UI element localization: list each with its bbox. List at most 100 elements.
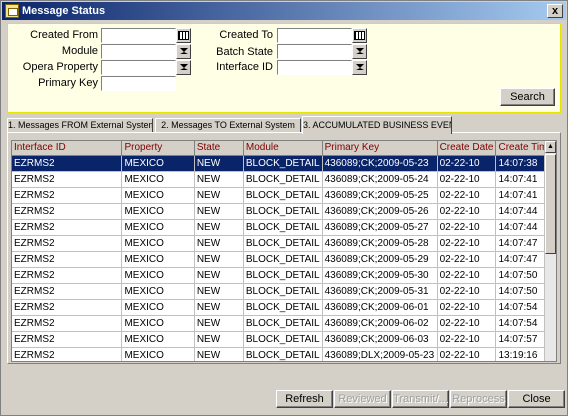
table-cell: MEXICO xyxy=(121,171,195,188)
table-cell: EZRMS2 xyxy=(12,267,123,284)
tab-messages-from-external[interactable]: 1. Messages FROM External System xyxy=(7,118,153,133)
table-cell: EZRMS2 xyxy=(12,315,123,332)
chevron-down-icon xyxy=(355,48,364,54)
table-cell: NEW xyxy=(194,187,244,204)
column-header[interactable]: Module xyxy=(243,141,323,156)
reprocess-button[interactable]: Reprocess xyxy=(450,390,507,408)
table-cell: EZRMS2 xyxy=(12,203,123,220)
table-row[interactable]: EZRMS2 MEXICO NEW BLOCK_DETAIL 436089;CK;200… xyxy=(12,251,556,268)
column-header[interactable]: State xyxy=(194,141,244,156)
table-cell: BLOCK_DETAIL xyxy=(243,283,323,300)
opera-property-input[interactable] xyxy=(101,60,176,75)
table-cell: MEXICO xyxy=(121,219,195,236)
created-from-input[interactable] xyxy=(101,28,176,43)
events-grid: Interface ID Property State Module Primary K… xyxy=(11,140,557,362)
tab-messages-to-external[interactable]: 2. Messages TO External System xyxy=(155,118,301,133)
table-cell: MEXICO xyxy=(121,331,195,348)
chevron-down-icon xyxy=(355,64,364,70)
batch-state-dropdown-button[interactable] xyxy=(352,44,367,59)
vertical-scrollbar[interactable]: ▲ xyxy=(544,141,556,361)
transmit-button[interactable]: Transmit/... xyxy=(392,390,449,408)
table-cell: 02-22-10 xyxy=(437,235,497,252)
table-row[interactable]: EZRMS2 MEXICO NEW BLOCK_DETAIL 436089;CK;200… xyxy=(12,267,556,284)
table-cell: EZRMS2 xyxy=(12,235,123,252)
search-button[interactable]: Search xyxy=(500,88,555,106)
table-row[interactable]: EZRMS2 MEXICO NEW BLOCK_DETAIL 436089;CK;200… xyxy=(12,171,556,188)
table-cell: BLOCK_DETAIL xyxy=(243,219,323,236)
interface-id-input[interactable] xyxy=(277,60,352,75)
created-to-label: Created To xyxy=(219,29,273,41)
table-cell: 436089;CK;2009-05-30 xyxy=(322,267,438,284)
envelope-icon xyxy=(5,4,19,18)
table-cell: 02-22-10 xyxy=(437,347,497,361)
table-cell: 02-22-10 xyxy=(437,251,497,268)
column-header[interactable]: Interface ID xyxy=(12,141,123,156)
table-cell: MEXICO xyxy=(121,283,195,300)
message-status-window: Message Status x Created From Module Ope… xyxy=(0,0,568,416)
table-row[interactable]: EZRMS2 MEXICO NEW BLOCK_DETAIL 436089;CK;200… xyxy=(12,219,556,236)
close-window-button[interactable]: x xyxy=(547,4,563,18)
table-row[interactable]: EZRMS2 MEXICO NEW BLOCK_DETAIL 436089;CK;200… xyxy=(12,235,556,252)
table-cell: BLOCK_DETAIL xyxy=(243,235,323,252)
table-row[interactable]: EZRMS2 MEXICO NEW BLOCK_DETAIL 436089;CK;200… xyxy=(12,203,556,220)
table-row[interactable]: EZRMS2 MEXICO NEW BLOCK_DETAIL 436089;CK;200… xyxy=(12,331,556,348)
refresh-button[interactable]: Refresh xyxy=(276,390,333,408)
table-cell: 436089;CK;2009-05-28 xyxy=(322,235,438,252)
table-cell: BLOCK_DETAIL xyxy=(243,347,323,361)
created-to-calendar-button[interactable] xyxy=(352,28,367,43)
window-title: Message Status xyxy=(22,5,106,17)
column-header[interactable]: Property xyxy=(121,141,195,156)
table-row[interactable]: EZRMS2 MEXICO NEW BLOCK_DETAIL 436089;CK;200… xyxy=(12,315,556,332)
interface-id-label: Interface ID xyxy=(216,61,273,73)
opera-property-label: Opera Property xyxy=(22,61,98,73)
tab-panel: Interface ID Property State Module Primary K… xyxy=(7,132,561,364)
table-cell: EZRMS2 xyxy=(12,331,123,348)
batch-state-input[interactable] xyxy=(277,44,352,59)
table-cell: 02-22-10 xyxy=(437,171,497,188)
table-cell: EZRMS2 xyxy=(12,283,123,300)
tab-strip: 1. Messages FROM External System 2. Mess… xyxy=(7,116,561,134)
table-cell: BLOCK_DETAIL xyxy=(243,187,323,204)
primary-key-input[interactable] xyxy=(101,76,176,91)
module-label: Module xyxy=(61,45,98,57)
table-cell: EZRMS2 xyxy=(12,171,123,188)
table-cell: 436089;CK;2009-06-02 xyxy=(322,315,438,332)
reviewed-button[interactable]: Reviewed xyxy=(334,390,391,408)
table-cell: BLOCK_DETAIL xyxy=(243,203,323,220)
table-cell: EZRMS2 xyxy=(12,347,123,361)
table-cell: NEW xyxy=(194,155,244,172)
scroll-thumb[interactable] xyxy=(545,154,556,254)
table-cell: 02-22-10 xyxy=(437,283,497,300)
tab-accumulated-business-events[interactable]: 3. ACCUMULATED BUSINESS EVENTS xyxy=(302,116,452,134)
table-row[interactable]: EZRMS2 MEXICO NEW BLOCK_DETAIL 436089;DLX;20… xyxy=(12,347,556,361)
table-cell: 436089;CK;2009-05-31 xyxy=(322,283,438,300)
table-cell: EZRMS2 xyxy=(12,155,123,172)
table-cell: 436089;DLX;2009-05-23 xyxy=(322,347,438,361)
created-to-input[interactable] xyxy=(277,28,352,43)
interface-id-dropdown-button[interactable] xyxy=(352,60,367,75)
scroll-up-icon[interactable]: ▲ xyxy=(545,141,556,153)
table-cell: NEW xyxy=(194,267,244,284)
filter-panel: Created From Module Opera Property Prima… xyxy=(7,23,561,113)
table-cell: MEXICO xyxy=(121,235,195,252)
table-cell: 436089;CK;2009-05-24 xyxy=(322,171,438,188)
table-cell: EZRMS2 xyxy=(12,187,123,204)
table-cell: BLOCK_DETAIL xyxy=(243,331,323,348)
table-row[interactable]: EZRMS2 MEXICO NEW BLOCK_DETAIL 436089;CK;200… xyxy=(12,299,556,316)
table-row[interactable]: EZRMS2 MEXICO NEW BLOCK_DETAIL 436089;CK;200… xyxy=(12,155,556,172)
close-button[interactable]: Close xyxy=(508,390,565,408)
table-cell: NEW xyxy=(194,251,244,268)
table-cell: 436089;CK;2009-05-25 xyxy=(322,187,438,204)
table-cell: 02-22-10 xyxy=(437,331,497,348)
table-row[interactable]: EZRMS2 MEXICO NEW BLOCK_DETAIL 436089;CK;200… xyxy=(12,283,556,300)
table-cell: NEW xyxy=(194,347,244,361)
column-header[interactable]: Create Date xyxy=(437,141,497,156)
table-cell: EZRMS2 xyxy=(12,299,123,316)
module-input[interactable] xyxy=(101,44,176,59)
table-cell: BLOCK_DETAIL xyxy=(243,315,323,332)
table-cell: 02-22-10 xyxy=(437,155,497,172)
calendar-icon xyxy=(354,31,365,40)
table-cell: BLOCK_DETAIL xyxy=(243,267,323,284)
column-header[interactable]: Primary Key xyxy=(322,141,438,156)
table-row[interactable]: EZRMS2 MEXICO NEW BLOCK_DETAIL 436089;CK;200… xyxy=(12,187,556,204)
